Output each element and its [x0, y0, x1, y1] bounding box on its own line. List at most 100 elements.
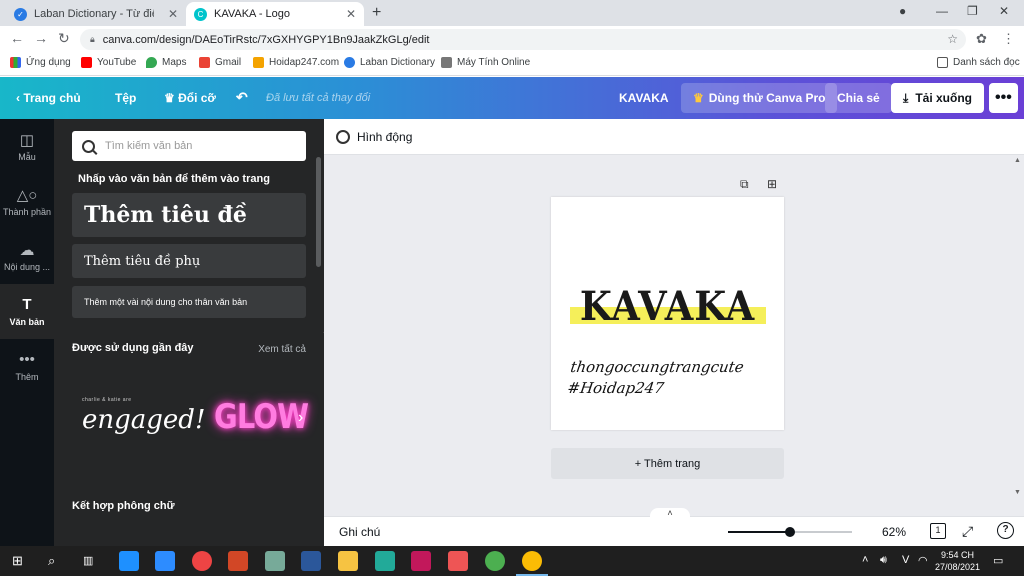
editor-footer: ˄ Ghi chú 62% 1 ⤢ ?	[324, 508, 1024, 546]
download-button[interactable]: ⤓ Tải xuống	[891, 83, 984, 113]
paint-app-icon[interactable]	[265, 551, 285, 571]
text-style-glow[interactable]: GLOW	[214, 397, 309, 437]
chrome-app-icon[interactable]	[485, 551, 505, 571]
file-explorer-icon[interactable]	[338, 551, 358, 571]
add-body-text-button[interactable]: Thêm một vài nội dung cho thân văn bản	[72, 286, 306, 318]
design-page[interactable]: KAVAKA thongoccungtrangcute #Hoidap247	[551, 197, 784, 430]
tab-kavaka[interactable]: C KAVAKA - Logo ✕	[186, 2, 364, 26]
bookmark-apps[interactable]: Ứng dụng	[10, 57, 71, 68]
chevron-up-icon[interactable]: ˄	[650, 508, 690, 520]
restore-icon[interactable]: ❐	[967, 4, 978, 18]
snipping-tool-icon[interactable]	[375, 551, 395, 571]
chevron-right-icon[interactable]: ›	[298, 409, 303, 427]
bookmark-star-icon[interactable]: ☆	[947, 32, 958, 46]
zoom-level[interactable]: 62%	[882, 525, 906, 539]
file-menu-button[interactable]: Tệp	[115, 91, 136, 105]
bookmark-calculator[interactable]: Máy Tính Online	[441, 57, 530, 68]
document-title[interactable]: KAVAKA	[619, 91, 669, 105]
forward-icon[interactable]: →	[34, 30, 48, 46]
elements-icon: △○	[16, 187, 38, 204]
system-clock[interactable]: 9:54 CH 27/08/2021	[935, 549, 980, 573]
app-icon[interactable]	[448, 551, 468, 571]
rail-item-text[interactable]: T Văn bản	[0, 284, 54, 339]
chrome-menu-icon[interactable]: ⋮	[1002, 31, 1015, 47]
fullscreen-icon[interactable]: ⤢	[962, 523, 973, 540]
home-button[interactable]: ‹ Trang chủ	[16, 91, 81, 105]
notifications-icon[interactable]: ▭	[993, 554, 1003, 567]
chrome-app-icon[interactable]	[192, 551, 212, 571]
add-page-icon[interactable]: ⊞	[767, 177, 777, 191]
task-view-icon[interactable]: ▥	[83, 554, 93, 567]
chrome-active-app-icon[interactable]	[516, 551, 548, 576]
tab-laban[interactable]: ✓ Laban Dictionary - Từ điển Anh Việt ✕	[6, 2, 186, 26]
windows-start-icon[interactable]: ⊞	[12, 553, 23, 569]
text-style-engaged[interactable]: charlie & katie are engaged!	[82, 397, 205, 435]
reload-icon[interactable]: ↻	[58, 30, 70, 47]
zoom-slider[interactable]	[728, 527, 852, 537]
saved-status: Đã lưu tất cả thay đổi	[266, 92, 371, 104]
search-input[interactable]	[105, 140, 295, 152]
editor-area: Hình động ⧉ ⊞ KAVAKA thongoccungtrangcut…	[324, 119, 1024, 546]
download-icon: ⤓	[903, 90, 909, 105]
zoom-app-icon[interactable]	[155, 551, 175, 571]
maps-pin-icon	[146, 57, 157, 68]
scroll-down-icon[interactable]: ▼	[1014, 489, 1021, 496]
undo-icon[interactable]: ↶	[236, 89, 248, 106]
back-icon[interactable]: ←	[10, 30, 24, 46]
logo-text[interactable]: KAVAKA	[560, 283, 774, 330]
browser-tabstrip: ✓ Laban Dictionary - Từ điển Anh Việt ✕ …	[0, 0, 1024, 26]
add-subheading-button[interactable]: Thêm tiêu đề phụ	[72, 244, 306, 278]
rail-item-more[interactable]: ••• Thêm	[0, 339, 54, 394]
powerpoint-app-icon[interactable]	[228, 551, 248, 571]
address-bar[interactable]: 🔒︎ canva.com/design/DAEoTirRstc/7xGXHYGP…	[80, 29, 966, 50]
bookmark-youtube[interactable]: YouTube	[81, 57, 136, 68]
minimize-icon[interactable]: —	[936, 4, 948, 18]
windows-taskbar: ⊞ ⌕ ▥ ˄ 🔊︎ V ◠ 9:54 CH 27/08/2021 ▭	[0, 546, 1024, 576]
search-icon[interactable]: ⌕	[48, 553, 55, 569]
text-icon: T	[22, 296, 32, 313]
wifi-icon[interactable]: ◠	[918, 554, 928, 567]
zalo-app-icon[interactable]	[119, 551, 139, 571]
page-count-button[interactable]: 1	[930, 523, 946, 539]
share-button[interactable]: Chia sẻ	[825, 83, 892, 113]
close-window-icon[interactable]: ✕	[999, 4, 1009, 18]
extension-icon[interactable]: ✿	[976, 31, 987, 47]
panel-hint: Nhấp vào văn bản để thêm vào trang	[78, 173, 270, 185]
template-icon: ◫	[19, 132, 35, 149]
laban-favicon-icon: ✓	[14, 7, 27, 21]
tray-chevron-icon[interactable]: ˄	[862, 554, 868, 566]
word-app-icon[interactable]	[301, 551, 321, 571]
close-tab-icon[interactable]: ✕	[168, 7, 178, 21]
scroll-up-icon[interactable]: ▲	[1014, 157, 1021, 164]
help-button[interactable]: ?	[997, 522, 1014, 539]
rail-item-templates[interactable]: ◫ Mẫu	[0, 119, 54, 174]
new-tab-button[interactable]: +	[372, 4, 381, 22]
panel-scrollbar[interactable]	[316, 157, 321, 267]
text-search[interactable]	[72, 131, 306, 161]
rail-item-uploads[interactable]: ☁ Nội dung ...	[0, 229, 54, 284]
bookmark-maps[interactable]: Maps	[146, 57, 186, 68]
profile-menu-icon[interactable]: ●	[899, 4, 906, 18]
close-tab-icon[interactable]: ✕	[346, 7, 356, 21]
language-indicator[interactable]: V	[902, 554, 909, 566]
reading-list[interactable]: Danh sách đọc	[937, 57, 1020, 68]
add-heading-button[interactable]: Thêm tiêu đề	[72, 193, 306, 237]
resize-button[interactable]: ♛ Đổi cỡ	[164, 91, 216, 105]
more-options-icon[interactable]: •••	[989, 83, 1018, 113]
see-all-link[interactable]: Xem tất cả	[258, 344, 306, 355]
add-page-button[interactable]: + Thêm trang	[551, 448, 784, 479]
notes-button[interactable]: Ghi chú	[339, 525, 380, 539]
zoom-slider-handle[interactable]	[785, 527, 795, 537]
editor-scrollbar[interactable]: ▲ ▼	[1014, 155, 1022, 511]
bookmark-gmail[interactable]: Gmail	[199, 57, 241, 68]
try-pro-button[interactable]: ♛ Dùng thử Canva Pro	[681, 83, 838, 113]
bookmark-laban[interactable]: Laban Dictionary	[344, 57, 435, 68]
volume-icon[interactable]: 🔊︎	[880, 554, 887, 567]
animate-button[interactable]: Hình động	[357, 130, 412, 144]
rail-item-elements[interactable]: △○ Thành phần	[0, 174, 54, 229]
animate-icon[interactable]	[336, 130, 350, 144]
duplicate-page-icon[interactable]: ⧉	[740, 177, 749, 192]
slack-app-icon[interactable]	[411, 551, 431, 571]
script-text[interactable]: thongoccungtrangcute #Hoidap247	[566, 357, 745, 399]
bookmark-hoidap[interactable]: Hoidap247.com	[253, 57, 339, 68]
